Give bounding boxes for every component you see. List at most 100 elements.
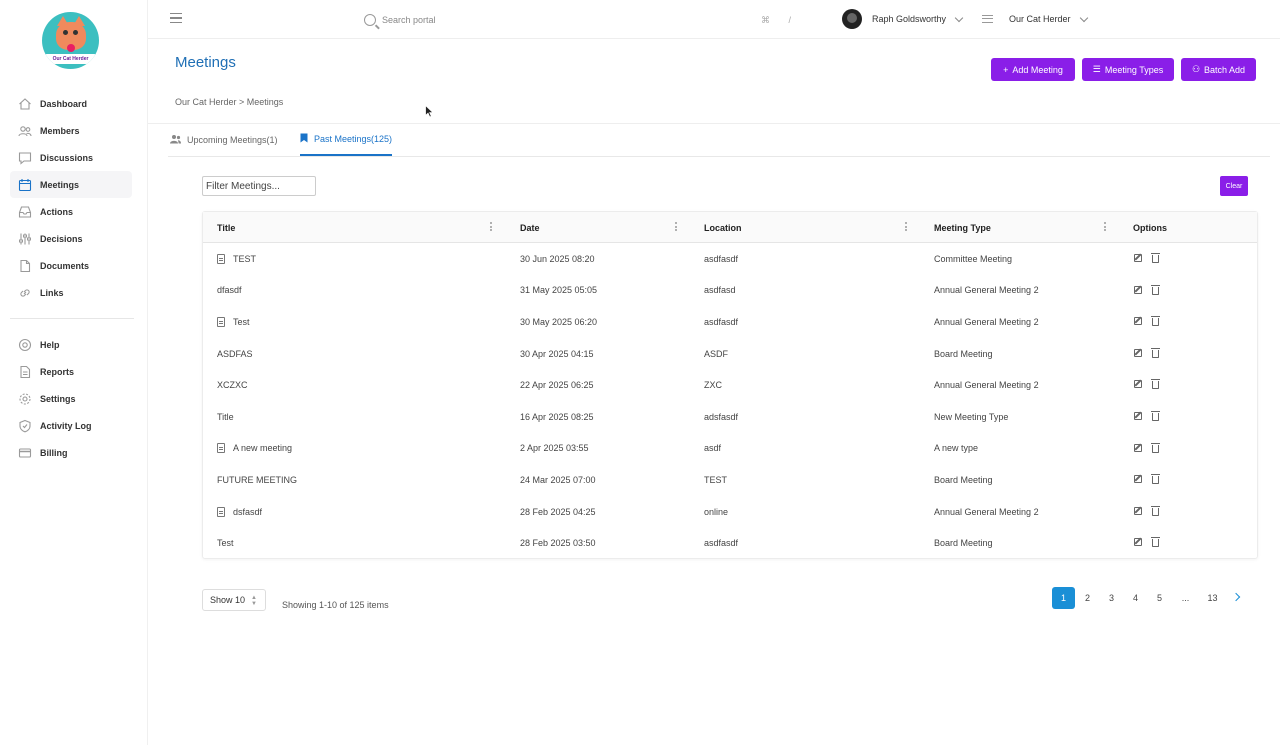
table-row[interactable]: TEST 30 Jun 2025 08:20 asdfasdf Committee M… bbox=[203, 243, 1257, 275]
column-menu-icon[interactable] bbox=[490, 222, 493, 233]
edit-icon[interactable] bbox=[1134, 443, 1144, 454]
sidebar-item-label: Discussions bbox=[40, 152, 94, 163]
trash-icon[interactable] bbox=[1151, 537, 1162, 548]
document-icon bbox=[20, 259, 31, 272]
breadcrumb[interactable]: Our Cat Herder > Meetings bbox=[175, 97, 283, 107]
cell-title[interactable]: A new meeting bbox=[217, 433, 292, 465]
sidebar-item-members[interactable]: Members bbox=[10, 117, 132, 144]
trash-icon[interactable] bbox=[1151, 284, 1162, 296]
trash-icon[interactable] bbox=[1151, 316, 1162, 327]
column-header-location[interactable]: Location bbox=[704, 212, 742, 243]
search-bar[interactable]: Search portal ⌘ / bbox=[364, 10, 809, 30]
sidebar-item-actions[interactable]: Actions bbox=[10, 198, 132, 225]
meeting-types-label: Meeting Types bbox=[1104, 64, 1164, 75]
list-icon bbox=[982, 14, 993, 24]
cell-title[interactable]: Title bbox=[217, 401, 234, 433]
edit-icon[interactable] bbox=[1134, 285, 1144, 296]
sidebar-item-decisions[interactable]: Decisions bbox=[10, 225, 132, 252]
clear-button[interactable]: Clear bbox=[1220, 176, 1248, 196]
search-input[interactable]: Search portal bbox=[382, 15, 436, 25]
sidebar-item-label: Help bbox=[40, 339, 60, 350]
trash-icon[interactable] bbox=[1151, 379, 1162, 390]
column-header-title[interactable]: Title bbox=[217, 212, 235, 243]
table-row[interactable]: dfasdf 31 May 2025 05:05 asdfasd Annual Gen… bbox=[203, 275, 1257, 307]
table-row[interactable]: A new meeting 2 Apr 2025 03:55 asdf A new t… bbox=[203, 433, 1257, 465]
cell-meeting-type: Committee Meeting bbox=[934, 253, 1013, 264]
sidebar-item-settings[interactable]: Settings bbox=[10, 385, 132, 412]
cell-title[interactable]: FUTURE MEETING bbox=[217, 464, 297, 496]
cell-title[interactable]: Test bbox=[217, 306, 250, 338]
filter-meetings-input[interactable] bbox=[202, 176, 316, 196]
meeting-types-button[interactable]: ☰ Meeting Types bbox=[1082, 58, 1174, 81]
tab-past-meetings[interactable]: Past Meetings(125) bbox=[300, 124, 393, 156]
page-button-3[interactable]: 3 bbox=[1100, 587, 1123, 609]
edit-icon[interactable] bbox=[1134, 474, 1144, 485]
user-menu[interactable]: Raph Goldsworthy bbox=[842, 9, 964, 29]
column-header-date[interactable]: Date bbox=[520, 212, 540, 243]
cell-title[interactable]: dfasdf bbox=[217, 275, 242, 307]
cell-meeting-type: Board Meeting bbox=[934, 538, 993, 549]
cell-title[interactable]: ASDFAS bbox=[217, 338, 253, 370]
cell-location: asdf bbox=[704, 443, 722, 454]
table-row[interactable]: Test 30 May 2025 06:20 asdfasdf Annual Gene… bbox=[203, 306, 1257, 338]
members-icon bbox=[18, 125, 32, 136]
page-size-select[interactable]: Show 10 ▲ ▼ bbox=[202, 589, 266, 611]
edit-icon[interactable] bbox=[1134, 537, 1144, 548]
edit-icon[interactable] bbox=[1134, 316, 1144, 327]
edit-icon[interactable] bbox=[1134, 379, 1144, 390]
tab-upcoming-meetings[interactable]: Upcoming Meetings(1) bbox=[170, 124, 278, 156]
sidebar-item-links[interactable]: Links bbox=[10, 279, 132, 306]
cell-date: 28 Feb 2025 04:25 bbox=[520, 506, 596, 517]
cell-title[interactable]: TEST bbox=[217, 243, 256, 275]
cell-location: TEST bbox=[704, 474, 728, 485]
table-row[interactable]: Test 28 Feb 2025 03:50 asdfasdf Board Meeti… bbox=[203, 527, 1257, 559]
sidebar-item-discussions[interactable]: Discussions bbox=[10, 144, 132, 171]
edit-icon[interactable] bbox=[1134, 348, 1144, 359]
cell-title[interactable]: Test bbox=[217, 527, 234, 559]
sidebar-item-meetings[interactable]: Meetings bbox=[10, 171, 132, 198]
trash-icon[interactable] bbox=[1151, 505, 1162, 517]
page-button-5[interactable]: 5 bbox=[1148, 587, 1171, 609]
cell-location: asdfasdf bbox=[704, 253, 739, 264]
sidebar-item-dashboard[interactable]: Dashboard bbox=[10, 90, 132, 117]
sidebar-item-help[interactable]: Help bbox=[10, 331, 132, 358]
sidebar-item-reports[interactable]: Reports bbox=[10, 358, 132, 385]
edit-icon[interactable] bbox=[1134, 253, 1144, 264]
sidebar-item-activity-log[interactable]: Activity Log bbox=[10, 412, 132, 439]
page-button-4[interactable]: 4 bbox=[1124, 587, 1147, 609]
cell-location: asdfasdf bbox=[704, 316, 739, 327]
org-switcher[interactable]: Our Cat Herder bbox=[982, 9, 1088, 29]
column-menu-icon[interactable] bbox=[1104, 222, 1107, 233]
trash-icon[interactable] bbox=[1151, 347, 1162, 359]
table-row[interactable]: Title 16 Apr 2025 08:25 adsfasdf New Meetin… bbox=[203, 401, 1257, 433]
table-row[interactable]: FUTURE MEETING 24 Mar 2025 07:00 TEST Board… bbox=[203, 464, 1257, 496]
user-name: Raph Goldsworthy bbox=[872, 14, 947, 24]
column-menu-icon[interactable] bbox=[905, 222, 908, 233]
trash-icon[interactable] bbox=[1151, 411, 1162, 422]
edit-icon[interactable] bbox=[1134, 411, 1144, 422]
table-row[interactable]: dsfasdf 28 Feb 2025 04:25 online Annual Gen… bbox=[203, 496, 1257, 528]
page-button-1[interactable]: 1 bbox=[1052, 587, 1075, 609]
search-shortcut: ⌘ / bbox=[760, 14, 799, 25]
logo-cat-eye bbox=[63, 30, 68, 35]
trash-icon[interactable] bbox=[1151, 474, 1162, 485]
trash-icon[interactable] bbox=[1151, 442, 1162, 454]
add-meeting-button[interactable]: + Add Meeting bbox=[991, 58, 1075, 81]
trash-icon[interactable] bbox=[1151, 253, 1162, 264]
batch-add-button[interactable]: ⚇ Batch Add bbox=[1181, 58, 1256, 81]
page-button-13[interactable]: 13 bbox=[1201, 587, 1224, 609]
cell-title[interactable]: dsfasdf bbox=[217, 496, 262, 528]
column-header-meeting-type[interactable]: Meeting Type bbox=[934, 212, 991, 243]
column-menu-icon[interactable] bbox=[675, 222, 678, 233]
sidebar-item-documents[interactable]: Documents bbox=[10, 252, 132, 279]
sidebar-item-billing[interactable]: Billing bbox=[10, 439, 132, 466]
table-row[interactable]: XCZXC 22 Apr 2025 06:25 ZXC Annual General … bbox=[203, 369, 1257, 401]
chevron-right-icon[interactable] bbox=[1231, 592, 1241, 602]
table-row[interactable]: ASDFAS 30 Apr 2025 04:15 ASDF Board Meeting bbox=[203, 338, 1257, 370]
page-button-2[interactable]: 2 bbox=[1076, 587, 1099, 609]
edit-icon[interactable] bbox=[1134, 506, 1144, 517]
logo[interactable]: Our Cat Herder bbox=[42, 12, 99, 69]
menu-icon[interactable] bbox=[170, 13, 182, 24]
cell-title-text: Title bbox=[217, 411, 234, 422]
cell-title[interactable]: XCZXC bbox=[217, 369, 248, 401]
